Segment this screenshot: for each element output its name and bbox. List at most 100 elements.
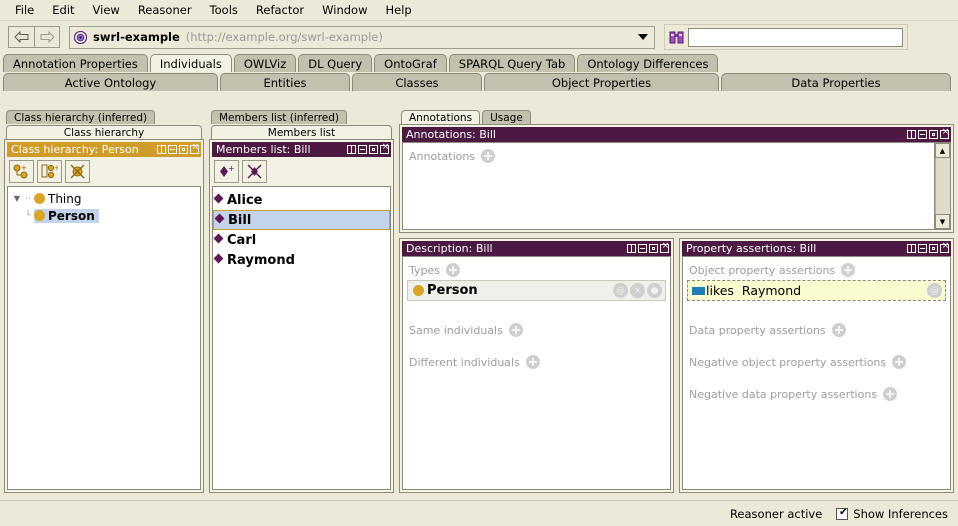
tab-object-properties[interactable]: Object Properties: [484, 73, 719, 91]
panel-minimize-icon[interactable]: [168, 145, 177, 154]
add-type-button[interactable]: [446, 263, 460, 277]
panel-close-icon[interactable]: [940, 242, 950, 253]
annotate-assertion-icon[interactable]: @: [927, 283, 942, 298]
type-label: Person: [427, 283, 478, 298]
panel-minimize-icon[interactable]: [358, 145, 367, 154]
subtab-members-list[interactable]: Members list: [211, 125, 392, 139]
class-hierarchy-subtabs-2: Class hierarchy: [4, 124, 204, 139]
type-row-person[interactable]: Person @ × ●: [407, 280, 666, 301]
panel-close-icon[interactable]: [380, 143, 390, 154]
tab-ontology-differences[interactable]: Ontology Differences: [577, 54, 719, 72]
panel-maximize-icon[interactable]: [179, 145, 188, 154]
add-subclass-icon[interactable]: +: [9, 160, 34, 183]
panel-split-icon[interactable]: [627, 244, 636, 253]
scroll-down-icon[interactable]: ▼: [935, 214, 950, 229]
delete-type-icon[interactable]: ×: [630, 283, 645, 298]
tab-owlviz[interactable]: OWLViz: [233, 54, 297, 72]
subtab-usage[interactable]: Usage: [482, 110, 531, 124]
tab-data-properties[interactable]: Data Properties: [721, 73, 951, 91]
panel-minimize-icon[interactable]: [918, 244, 927, 253]
subtab-class-hierarchy-inferred[interactable]: Class hierarchy (inferred): [6, 110, 156, 124]
annotations-scrollbar[interactable]: ▲ ▼: [934, 143, 950, 229]
menu-item-window[interactable]: Window: [313, 1, 376, 19]
tab-classes[interactable]: Classes: [352, 73, 482, 91]
checkbox-icon[interactable]: [836, 507, 849, 520]
add-individual-icon[interactable]: +: [214, 160, 239, 183]
forward-arrow-icon[interactable]: [34, 26, 60, 48]
list-item[interactable]: Carl: [213, 230, 390, 250]
annotate-type-icon[interactable]: @: [613, 283, 628, 298]
back-arrow-icon[interactable]: [8, 26, 34, 48]
tab-individuals[interactable]: Individuals: [149, 54, 232, 72]
expand-triangle-icon[interactable]: ▼: [12, 194, 22, 203]
annotations-section-label: Annotations: [409, 149, 476, 163]
different-individuals-label: Different individuals: [409, 355, 520, 369]
ontology-selector[interactable]: swrl-example (http://example.org/swrl-ex…: [69, 25, 655, 49]
description-content: Types Person @ × ● Same individuals Diff…: [402, 256, 671, 490]
object-property-value: Raymond: [741, 283, 802, 298]
edit-type-icon[interactable]: ●: [647, 283, 662, 298]
tree-node-thing[interactable]: ▼ ·· Thing: [8, 190, 200, 207]
tab-sparql-query-tab[interactable]: SPARQL Query Tab: [448, 54, 576, 72]
tab-entities[interactable]: Entities: [220, 73, 350, 91]
add-negative-object-property-button[interactable]: [892, 355, 907, 369]
svg-text:+: +: [228, 164, 235, 173]
show-inferences-checkbox[interactable]: Show Inferences: [836, 507, 948, 521]
search-input[interactable]: [688, 27, 903, 47]
add-negative-data-property-button[interactable]: [883, 387, 898, 401]
tab-dl-query[interactable]: DL Query: [298, 54, 373, 72]
panel-split-icon[interactable]: [907, 244, 916, 253]
panel-split-icon[interactable]: [157, 145, 166, 154]
tab-ontograf[interactable]: OntoGraf: [374, 54, 447, 72]
protege-window: File Edit View Reasoner Tools Refactor W…: [0, 0, 958, 526]
data-property-assertions-section: Data property assertions: [683, 301, 950, 337]
panel-split-icon[interactable]: [347, 145, 356, 154]
reasoner-status: Reasoner active: [729, 506, 823, 521]
class-tree[interactable]: ▼ ·· Thing └ Person: [7, 186, 201, 490]
menu-item-edit[interactable]: Edit: [43, 1, 83, 19]
tab-active-ontology[interactable]: Active Ontology: [3, 73, 218, 91]
members-list-subtabs: Members list (inferred): [209, 109, 394, 124]
panel-close-icon[interactable]: [190, 143, 200, 154]
list-item[interactable]: Raymond: [213, 250, 390, 270]
menu-item-refactor[interactable]: Refactor: [247, 1, 313, 19]
panel-split-icon[interactable]: [907, 130, 916, 139]
class-hierarchy-title: Class hierarchy: Person: [11, 143, 139, 156]
scrollbar-track[interactable]: [935, 158, 950, 214]
subtab-annotations[interactable]: Annotations: [401, 110, 481, 124]
menu-item-file[interactable]: File: [6, 1, 43, 19]
menu-item-help[interactable]: Help: [376, 1, 420, 19]
add-sibling-class-icon[interactable]: +: [37, 160, 62, 183]
panel-maximize-icon[interactable]: [649, 244, 658, 253]
scroll-up-icon[interactable]: ▲: [935, 143, 950, 158]
menu-item-tools[interactable]: Tools: [201, 1, 247, 19]
list-item[interactable]: Bill: [213, 210, 390, 230]
members-list[interactable]: Alice Bill Carl Raymond: [212, 186, 391, 490]
delete-individual-icon[interactable]: [242, 160, 267, 183]
subtab-members-list-inferred[interactable]: Members list (inferred): [211, 110, 348, 124]
tab-annotation-properties[interactable]: Annotation Properties: [3, 54, 148, 72]
binoculars-icon: [669, 31, 684, 44]
panel-minimize-icon[interactable]: [638, 244, 647, 253]
add-different-individual-button[interactable]: [525, 355, 540, 369]
panel-maximize-icon[interactable]: [369, 145, 378, 154]
panel-close-icon[interactable]: [940, 128, 950, 139]
panel-maximize-icon[interactable]: [929, 244, 938, 253]
add-annotation-button[interactable]: [481, 149, 496, 163]
menu-item-view[interactable]: View: [84, 1, 129, 19]
subtab-class-hierarchy[interactable]: Class hierarchy: [6, 125, 202, 139]
list-item[interactable]: Alice: [213, 190, 390, 210]
menu-item-reasoner[interactable]: Reasoner: [129, 1, 201, 19]
list-item-label: Raymond: [227, 252, 295, 268]
panel-maximize-icon[interactable]: [929, 130, 938, 139]
tree-node-person[interactable]: └ Person: [8, 207, 200, 224]
members-list-title-bar: Members list: Bill: [212, 142, 391, 157]
add-object-property-assertion-button[interactable]: [841, 263, 856, 277]
panel-close-icon[interactable]: [660, 242, 670, 253]
panel-minimize-icon[interactable]: [918, 130, 927, 139]
chevron-down-icon[interactable]: [638, 34, 648, 40]
object-property-assertion-row[interactable]: likes Raymond @: [687, 280, 946, 301]
add-same-individual-button[interactable]: [508, 323, 523, 337]
add-data-property-assertion-button[interactable]: [831, 323, 846, 337]
delete-class-icon[interactable]: [65, 160, 90, 183]
